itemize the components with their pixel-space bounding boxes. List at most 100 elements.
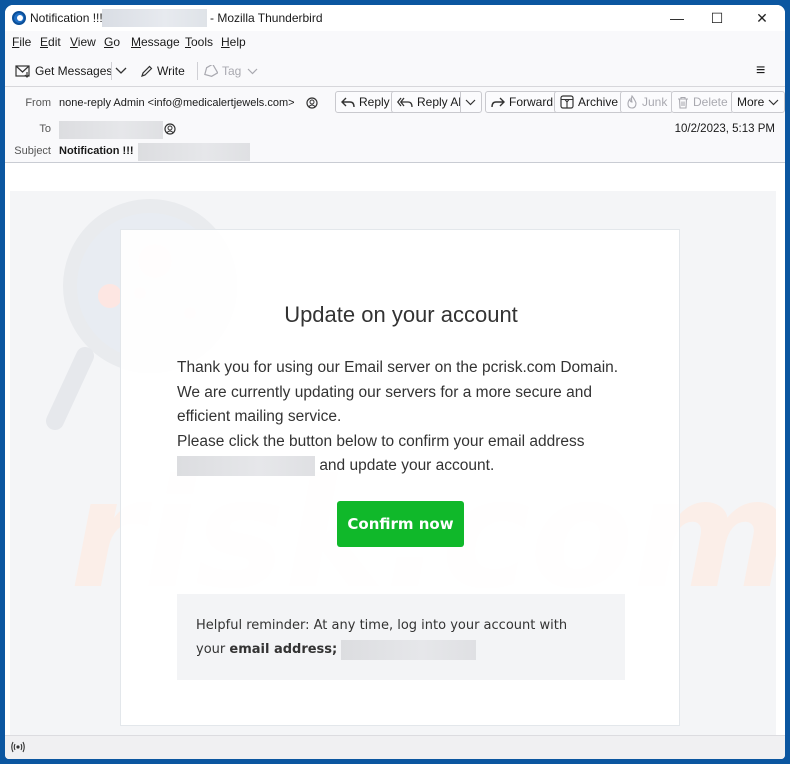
- email-line: and update your account.: [177, 454, 618, 479]
- thunderbird-window: Notification !!! - Mozilla Thunderbird —…: [5, 5, 785, 759]
- menu-go[interactable]: Go: [104, 35, 120, 49]
- get-messages-dropdown[interactable]: [115, 61, 127, 81]
- tag-label: Tag: [222, 64, 242, 78]
- junk-label: Junk: [642, 95, 668, 109]
- window-title: Notification !!!: [30, 11, 103, 25]
- from-value[interactable]: none-reply Admin <info@medicalertjewels.…: [59, 97, 295, 109]
- tag-icon: [204, 64, 218, 77]
- menu-edit-label: dit: [48, 35, 61, 49]
- menu-view[interactable]: View: [70, 35, 96, 49]
- reminder-line: Helpful reminder: At any time, log into …: [196, 618, 568, 633]
- window-app-name: - Mozilla Thunderbird: [210, 11, 323, 25]
- reply-label: Reply: [359, 95, 390, 109]
- pencil-icon: [141, 65, 153, 77]
- delete-button[interactable]: Delete: [671, 91, 734, 113]
- message-body: risk.com Update on your account Thank yo…: [5, 163, 785, 735]
- menu-help-accel: H: [221, 35, 230, 49]
- tag-button[interactable]: Tag: [203, 61, 258, 81]
- delete-label: Delete: [693, 95, 728, 109]
- archive-button[interactable]: Archive: [554, 91, 625, 113]
- reply-all-button[interactable]: Reply All: [391, 91, 470, 113]
- chevron-down-icon: [465, 99, 476, 105]
- reminder-box: Helpful reminder: At any time, log into …: [177, 594, 625, 680]
- contact-icon[interactable]: [306, 97, 318, 109]
- trash-icon: [678, 96, 688, 109]
- redacted-email-address: [177, 455, 315, 476]
- forward-button[interactable]: Forward: [485, 91, 560, 113]
- email-background: risk.com Update on your account Thank yo…: [10, 191, 776, 735]
- menu-view-label: iew: [77, 35, 96, 49]
- email-line: Please click the button below to confirm…: [177, 432, 585, 450]
- reply-icon: [341, 97, 355, 107]
- forward-label: Forward: [509, 95, 554, 109]
- menu-help-label: elp: [229, 35, 246, 49]
- reply-all-dropdown[interactable]: [460, 91, 482, 113]
- redacted-email-address: [341, 639, 477, 660]
- subject-label: Subject: [14, 145, 51, 157]
- envelope-download-icon: [15, 65, 30, 78]
- redacted-recipient: [59, 121, 163, 139]
- redacted-title-text: [102, 9, 207, 27]
- minimize-button[interactable]: —: [657, 5, 697, 31]
- email-paragraph: Thank you for using our Email server on …: [177, 356, 618, 479]
- chevron-down-icon: [115, 67, 127, 74]
- menu-message-label: essage: [141, 35, 180, 49]
- archive-label: Archive: [578, 95, 619, 109]
- menu-edit[interactable]: Edit: [40, 35, 61, 49]
- menu-bar: File Edit View Go Message Tools Help: [5, 31, 785, 53]
- to-label: To: [39, 123, 51, 135]
- maximize-button[interactable]: ☐: [697, 5, 737, 31]
- menu-go-accel: G: [104, 35, 114, 49]
- email-heading: Update on your account: [284, 302, 518, 327]
- menu-edit-accel: E: [40, 35, 49, 49]
- redacted-subject: [138, 143, 250, 161]
- reply-all-label: Reply All: [417, 95, 464, 109]
- write-label: Write: [157, 64, 185, 78]
- toolbar-separator: [111, 62, 112, 80]
- reminder-prefix: your: [196, 642, 226, 657]
- email-line: We are currently updating our servers fo…: [177, 383, 592, 401]
- flame-icon: [627, 95, 637, 109]
- get-messages-button[interactable]: Get Messages: [15, 61, 112, 81]
- online-status-icon[interactable]: [10, 740, 26, 754]
- forward-icon: [491, 97, 505, 107]
- junk-button[interactable]: Junk: [620, 91, 674, 113]
- chevron-down-icon: [768, 99, 779, 105]
- close-button[interactable]: ✕: [742, 5, 782, 31]
- more-label: More: [737, 95, 765, 109]
- archive-box-icon: [560, 95, 574, 109]
- menu-view-accel: V: [70, 35, 78, 49]
- app-menu-button[interactable]: ≡: [756, 61, 765, 81]
- message-header: From none-reply Admin <info@medicalertje…: [5, 87, 785, 163]
- title-bar: Notification !!! - Mozilla Thunderbird —…: [5, 5, 785, 31]
- thunderbird-logo-icon: [12, 11, 26, 25]
- menu-message-accel: M: [131, 35, 141, 49]
- reminder-line: your email address;: [196, 638, 567, 662]
- menu-tools-label: ools: [191, 35, 214, 49]
- from-label: From: [25, 97, 51, 109]
- email-card: Update on your account Thank you for usi…: [120, 229, 680, 726]
- email-line-suffix: and update your account.: [319, 457, 495, 474]
- message-date: 10/2/2023, 5:13 PM: [674, 123, 775, 135]
- confirm-now-button[interactable]: Confirm now: [337, 501, 464, 547]
- contact-icon[interactable]: [164, 123, 176, 135]
- menu-tools[interactable]: Tools: [185, 35, 213, 49]
- menu-file[interactable]: File: [12, 35, 31, 49]
- reminder-text: Helpful reminder: At any time, log into …: [196, 614, 567, 662]
- main-toolbar: Get Messages Write Tag ≡: [5, 53, 785, 87]
- email-line: efficient mailing service.: [177, 408, 342, 425]
- chevron-down-icon: [247, 68, 258, 74]
- reminder-bold: email address;: [229, 642, 338, 657]
- status-bar: [5, 735, 785, 759]
- menu-message[interactable]: Message: [131, 35, 180, 49]
- more-button[interactable]: More: [731, 91, 785, 113]
- write-button[interactable]: Write: [140, 61, 185, 81]
- get-messages-label: Get Messages: [35, 64, 113, 78]
- menu-go-label: o: [113, 35, 121, 49]
- menu-help[interactable]: Help: [221, 35, 246, 49]
- subject-value: Notification !!!: [59, 145, 134, 157]
- email-line: Thank you for using our Email server on …: [177, 359, 619, 376]
- reply-button[interactable]: Reply: [335, 91, 396, 113]
- hamburger-icon: ≡: [756, 62, 766, 79]
- toolbar-separator: [197, 62, 198, 80]
